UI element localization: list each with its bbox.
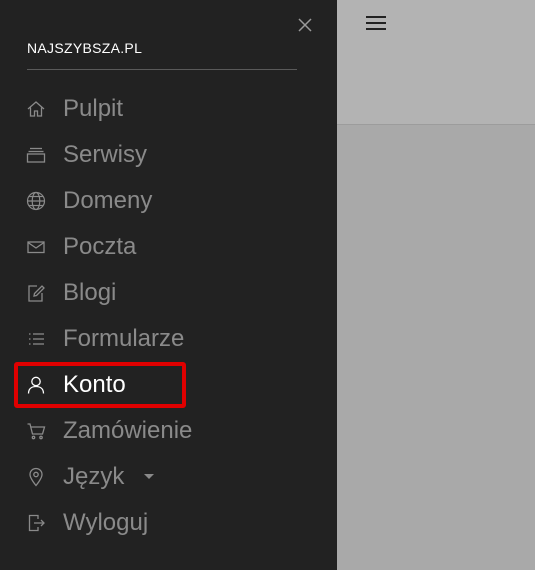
menu-item-label: Poczta	[63, 233, 137, 260]
menu-item-poczta[interactable]: Poczta	[0, 224, 337, 270]
page-content-overlay[interactable]	[337, 125, 535, 570]
menu-item-zamowienie[interactable]: Zamówienie	[0, 408, 337, 454]
cart-icon	[25, 420, 47, 442]
drawer-menu: Pulpit Serwisy Domeny Poczta Blogi Formu…	[0, 86, 337, 546]
menu-item-konto[interactable]: Konto	[0, 362, 337, 408]
menu-item-label: Serwisy	[63, 141, 148, 168]
menu-item-label: Pulpit	[63, 95, 124, 122]
menu-item-label: Domeny	[63, 187, 153, 214]
dropdown-caret-icon[interactable]	[144, 474, 154, 479]
divider	[27, 69, 297, 70]
menu-item-domeny[interactable]: Domeny	[0, 178, 337, 224]
globe-icon	[25, 190, 47, 212]
layers-icon	[25, 144, 47, 166]
home-icon	[25, 98, 47, 120]
logout-icon	[25, 512, 47, 534]
hamburger-menu-icon[interactable]	[366, 14, 388, 30]
menu-item-jezyk[interactable]: Język	[0, 454, 337, 500]
user-icon	[25, 374, 47, 396]
menu-item-pulpit[interactable]: Pulpit	[0, 86, 337, 132]
menu-item-label: Konto	[63, 371, 126, 398]
menu-item-blogi[interactable]: Blogi	[0, 270, 337, 316]
menu-item-label: Zamówienie	[63, 417, 193, 444]
list-icon	[25, 328, 47, 350]
edit-icon	[25, 282, 47, 304]
menu-item-label: Formularze	[63, 325, 185, 352]
menu-item-wyloguj[interactable]: Wyloguj	[0, 500, 337, 546]
location-pin-icon	[25, 466, 47, 488]
brand-title[interactable]: NAJSZYBSZA.PL	[27, 40, 142, 56]
mail-icon	[25, 236, 47, 258]
menu-item-label: Blogi	[63, 279, 117, 306]
navigation-drawer: NAJSZYBSZA.PL Pulpit Serwisy Domeny Pocz…	[0, 0, 337, 570]
menu-item-label: Język	[63, 463, 125, 490]
menu-item-formularze[interactable]: Formularze	[0, 316, 337, 362]
menu-item-serwisy[interactable]: Serwisy	[0, 132, 337, 178]
menu-item-label: Wyloguj	[63, 509, 149, 536]
close-icon[interactable]	[294, 14, 316, 36]
